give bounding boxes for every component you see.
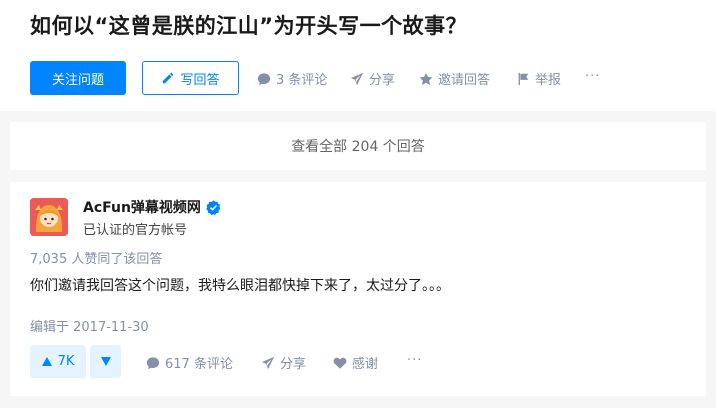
thanks-label: 感谢 [352,357,379,372]
heart-icon [333,357,347,369]
answer-share-button[interactable]: 分享 [261,353,306,372]
question-comments-button[interactable]: 3 条评论 [257,69,327,88]
answer-comments-label: 617 条评论 [165,357,233,372]
vote-count-text[interactable]: 7,035 人赞同了该回答 [30,248,162,267]
report-label: 举报 [535,73,562,88]
question-share-button[interactable]: 分享 [350,69,395,88]
vote-up-count: 7K [57,354,75,369]
vote-up-button[interactable]: 7K [30,345,86,378]
question-more-button[interactable]: ··· [585,69,600,84]
invite-answer-label: 邀请回答 [438,73,491,88]
more-icon: ··· [407,353,423,368]
answer-comments-button[interactable]: 617 条评论 [146,353,233,372]
comment-icon [257,72,271,85]
triangle-up-icon [41,357,52,366]
share-icon [261,356,275,369]
edit-time[interactable]: 编辑于 2017-11-30 [30,316,149,335]
author-avatar[interactable] [30,198,68,236]
verified-icon [206,199,221,215]
flag-icon [518,72,529,85]
report-button[interactable]: 举报 [516,69,561,88]
view-all-answers-link[interactable]: 查看全部 204 个回答 [10,122,706,170]
thanks-button[interactable]: 感谢 [333,353,378,372]
question-title: 如何以“这曾是朕的江山”为开头写一个故事？ [30,14,468,38]
question-header: 如何以“这曾是朕的江山”为开头写一个故事？ 关注问题 写回答 3 条评论 分享 … [0,0,716,111]
share-icon [350,72,364,85]
author-name-row: AcFun弹幕视频网 [83,197,221,217]
answer-card: AcFun弹幕视频网 已认证的官方帐号 7,035 人赞同了该回答 你们邀请我回… [10,182,706,396]
answer-share-label: 分享 [280,357,307,372]
author-headline: 已认证的官方帐号 [83,223,188,238]
question-comments-label: 3 条评论 [276,73,328,88]
acfun-logo [30,198,68,236]
more-icon: ··· [585,69,601,84]
vote-down-button[interactable] [90,345,121,378]
triangle-down-icon [100,357,111,366]
answer-more-button[interactable]: ··· [407,353,422,368]
answer-content: 你们邀请我回答这个问题，我特么眼泪都快掉下来了，太过分了。。。 [30,278,450,294]
comment-icon [146,356,160,369]
follow-question-button[interactable]: 关注问题 [30,61,126,95]
write-answer-label: 写回答 [180,72,220,88]
invite-answer-button[interactable]: 邀请回答 [419,69,490,88]
pencil-icon [163,72,174,84]
question-share-label: 分享 [369,73,396,88]
write-answer-button[interactable]: 写回答 [142,61,239,95]
author-name[interactable]: AcFun弹幕视频网 [83,197,201,217]
star-icon [419,72,433,85]
